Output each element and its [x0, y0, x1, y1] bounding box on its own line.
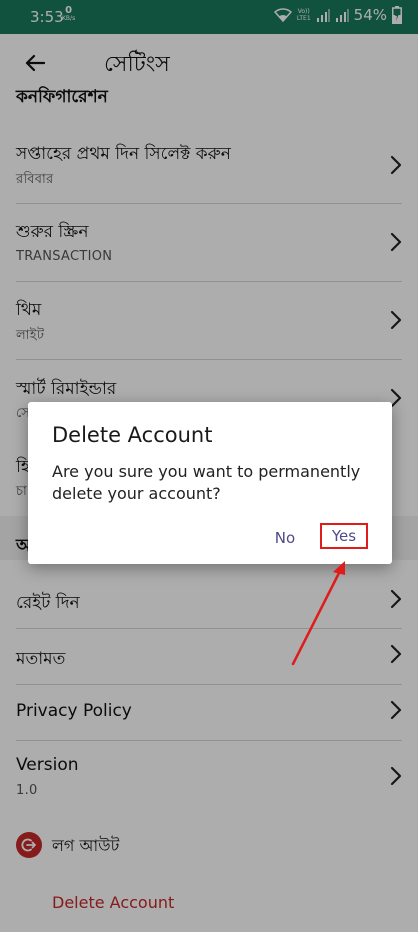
no-button[interactable]: No: [270, 527, 300, 549]
dialog-message: Are you sure you want to permanently del…: [52, 462, 361, 503]
delete-account-dialog: Delete Account Are you sure you want to …: [28, 402, 392, 564]
yes-button[interactable]: Yes: [320, 523, 368, 549]
screen: 3:53 0 KB/s Vo)) LTE1 54% সেটিংস কনফিগার…: [0, 0, 418, 932]
dialog-title: Delete Account: [52, 423, 213, 447]
